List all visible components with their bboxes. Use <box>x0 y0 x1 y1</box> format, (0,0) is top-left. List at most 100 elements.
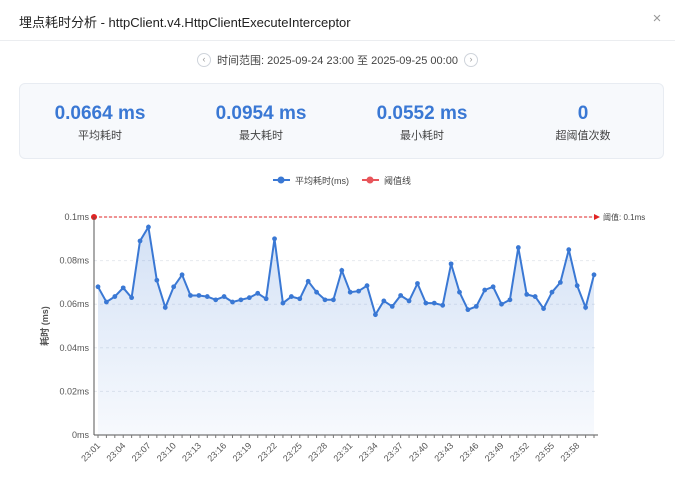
series-point[interactable] <box>541 306 546 311</box>
series-point[interactable] <box>574 283 580 289</box>
series-point[interactable] <box>179 272 185 278</box>
y-tick-label: 0.04ms <box>59 343 89 353</box>
series-point[interactable] <box>104 299 109 305</box>
x-tick-label: 23:40 <box>407 441 430 464</box>
series-point[interactable] <box>465 307 471 313</box>
series-point[interactable] <box>356 288 362 294</box>
series-point[interactable] <box>230 299 235 305</box>
x-tick-label: 23:22 <box>256 441 279 464</box>
series-point[interactable] <box>95 284 101 290</box>
series-point[interactable] <box>440 302 446 308</box>
stat-over-threshold-label: 超阈值次数 <box>555 130 611 142</box>
y-tick-label: 0.06ms <box>59 299 89 309</box>
series-point[interactable] <box>398 293 404 298</box>
series-point[interactable] <box>583 305 588 310</box>
series-point[interactable] <box>255 290 261 296</box>
series-point[interactable] <box>272 236 277 242</box>
series-point[interactable] <box>330 297 336 303</box>
x-tick-label: 23:43 <box>432 441 455 464</box>
series-point[interactable] <box>288 294 294 299</box>
series-point[interactable] <box>213 297 219 303</box>
series-point[interactable] <box>364 283 370 289</box>
series-point[interactable] <box>473 303 479 309</box>
stat-max-label: 最大耗时 <box>239 130 283 142</box>
series-point[interactable] <box>373 312 378 318</box>
series-point[interactable] <box>305 278 311 284</box>
series-point[interactable] <box>549 289 555 295</box>
series-point[interactable] <box>566 247 572 253</box>
series-point[interactable] <box>221 294 227 299</box>
series-point[interactable] <box>162 305 168 310</box>
stat-over-threshold-value: 0 <box>577 103 589 124</box>
series-point[interactable] <box>120 285 126 291</box>
stat-avg-value: 0.0664 ms <box>54 103 146 124</box>
x-tick-label: 23:34 <box>357 441 380 464</box>
x-tick-label: 23:10 <box>155 441 178 464</box>
x-tick-label: 23:37 <box>382 441 405 464</box>
series-point[interactable] <box>515 245 521 250</box>
series-point[interactable] <box>532 294 538 299</box>
close-icon[interactable]: × <box>650 11 664 26</box>
series-point[interactable] <box>154 277 160 283</box>
legend-item-threshold[interactable]: 阈值线 <box>362 175 411 186</box>
series-point[interactable] <box>448 261 454 267</box>
stat-max-value: 0.0954 ms <box>215 103 307 124</box>
x-tick-label: 23:25 <box>281 441 304 464</box>
legend-avg-marker <box>277 176 285 184</box>
stat-over-threshold: 0 超阈值次数 <box>503 84 663 158</box>
x-tick-label: 23:07 <box>130 441 153 464</box>
series-point[interactable] <box>246 295 252 301</box>
series-point[interactable] <box>297 296 303 302</box>
next-range-button[interactable]: › <box>463 53 478 67</box>
dialog-header: 埋点耗时分析 - httpClient.v4.HttpClientExecute… <box>0 0 675 41</box>
series-point[interactable] <box>499 301 504 307</box>
stat-avg: 0.0664 ms 平均耗时 <box>20 84 180 158</box>
dialog-title: 埋点耗时分析 - httpClient.v4.HttpClientExecute… <box>19 15 351 30</box>
series-point[interactable] <box>406 298 412 304</box>
series-point[interactable] <box>415 281 420 286</box>
prev-range-button[interactable]: ‹ <box>197 53 212 67</box>
time-range-label: 时间范围: 2025-09-24 23:00 至 2025-09-25 00:0… <box>217 55 458 67</box>
series-point[interactable] <box>322 297 328 303</box>
series-point[interactable] <box>557 280 563 285</box>
series-point[interactable] <box>389 303 395 309</box>
series-point[interactable] <box>314 289 319 295</box>
series-point[interactable] <box>507 297 513 303</box>
y-tick-label: 0ms <box>72 430 90 440</box>
series-point[interactable] <box>129 295 135 301</box>
series-point[interactable] <box>347 289 353 295</box>
series-point[interactable] <box>112 294 118 299</box>
series-point[interactable] <box>188 293 193 298</box>
series-point[interactable] <box>423 300 429 306</box>
series-point[interactable] <box>591 272 597 278</box>
series-point[interactable] <box>263 296 269 302</box>
x-tick-label: 23:31 <box>331 441 354 464</box>
x-tick-label: 23:49 <box>483 441 506 464</box>
latency-chart: 平均耗时(ms) 阈值线 阈值: 0.1ms 0ms 0.02ms 0.04ms 0.… <box>0 165 675 472</box>
legend-item-avg[interactable]: 平均耗时(ms) <box>273 175 349 186</box>
series-point[interactable] <box>490 284 496 290</box>
series-point[interactable] <box>381 298 387 304</box>
stat-max: 0.0954 ms 最大耗时 <box>181 84 341 158</box>
series-point[interactable] <box>482 287 488 293</box>
series-point[interactable] <box>204 294 210 299</box>
analysis-dialog: 埋点耗时分析 - httpClient.v4.HttpClientExecute… <box>0 0 675 472</box>
series-point[interactable] <box>524 291 530 297</box>
series-point[interactable] <box>339 268 345 273</box>
y-axis-label: 耗时 (ms) <box>39 306 50 346</box>
series-point[interactable] <box>280 300 286 306</box>
stat-min: 0.0552 ms 最小耗时 <box>342 84 502 158</box>
y-tick-label: 0.02ms <box>59 386 89 396</box>
series-point[interactable] <box>146 224 151 230</box>
series-point[interactable] <box>431 300 437 306</box>
series-point[interactable] <box>238 297 244 303</box>
x-tick-label: 23:58 <box>558 441 581 464</box>
time-range-bar: ‹ 时间范围: 2025-09-24 23:00 至 2025-09-25 00… <box>0 52 675 70</box>
x-tick-label: 23:04 <box>104 441 127 464</box>
series-point[interactable] <box>171 284 177 290</box>
series-point[interactable] <box>196 293 202 298</box>
x-tick-label: 23:55 <box>533 441 556 464</box>
x-tick-label: 23:28 <box>306 441 329 464</box>
series-point[interactable] <box>457 289 462 295</box>
series-point[interactable] <box>137 238 143 244</box>
